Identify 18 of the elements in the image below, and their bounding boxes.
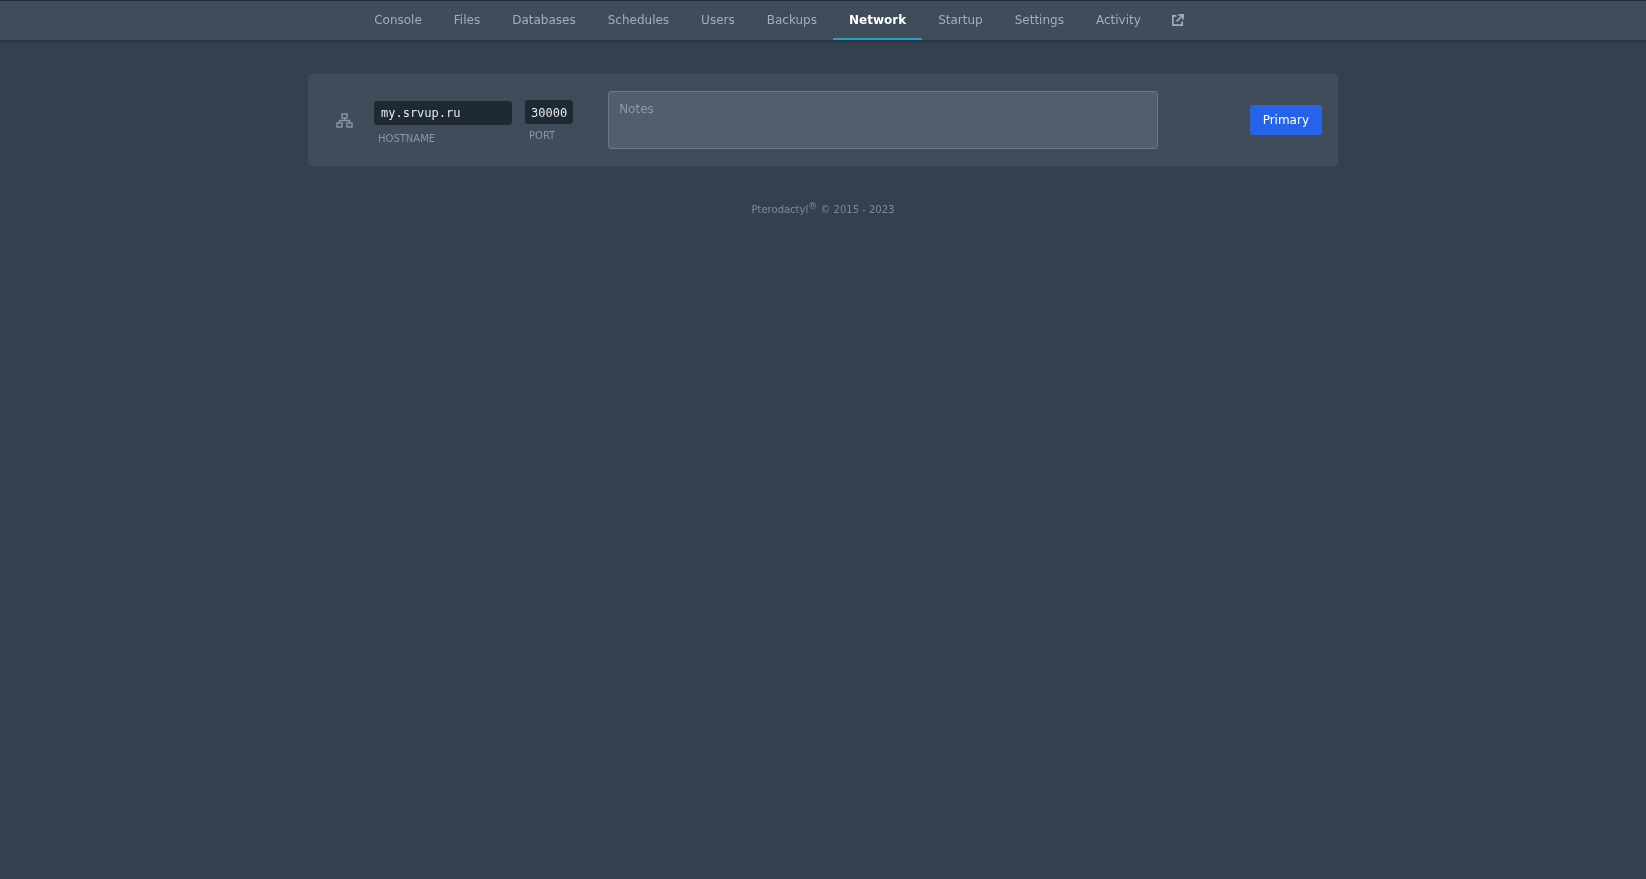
nav-tab[interactable]: Schedules: [591, 1, 686, 40]
footer-copyright: Pterodactyl$^{®}$ © 2015 - 2023: [750, 202, 896, 217]
nav-tab[interactable]: Activity: [1079, 1, 1157, 40]
nav-tab[interactable]: Network: [832, 1, 923, 40]
hostname-label: HOSTNAME: [377, 131, 437, 146]
nav-tab[interactable]: Databases: [496, 1, 592, 40]
nav-tab[interactable]: Backups: [750, 1, 833, 40]
nav-tab[interactable]: Users: [685, 1, 751, 40]
nav-tab[interactable]: Settings: [998, 1, 1080, 40]
notes-field[interactable]: Notes: [608, 91, 1159, 149]
hostname-field[interactable]: my.srvup.ru: [374, 100, 512, 125]
nav-tab[interactable]: Files: [437, 1, 497, 40]
port-label: PORT: [528, 128, 557, 143]
primary-badge: Primary: [1249, 105, 1322, 135]
network-icon: [336, 112, 353, 128]
nav-tab[interactable]: Startup: [922, 1, 999, 40]
port-field[interactable]: 30000: [525, 99, 574, 124]
nav-tab[interactable]: Console: [358, 1, 438, 40]
